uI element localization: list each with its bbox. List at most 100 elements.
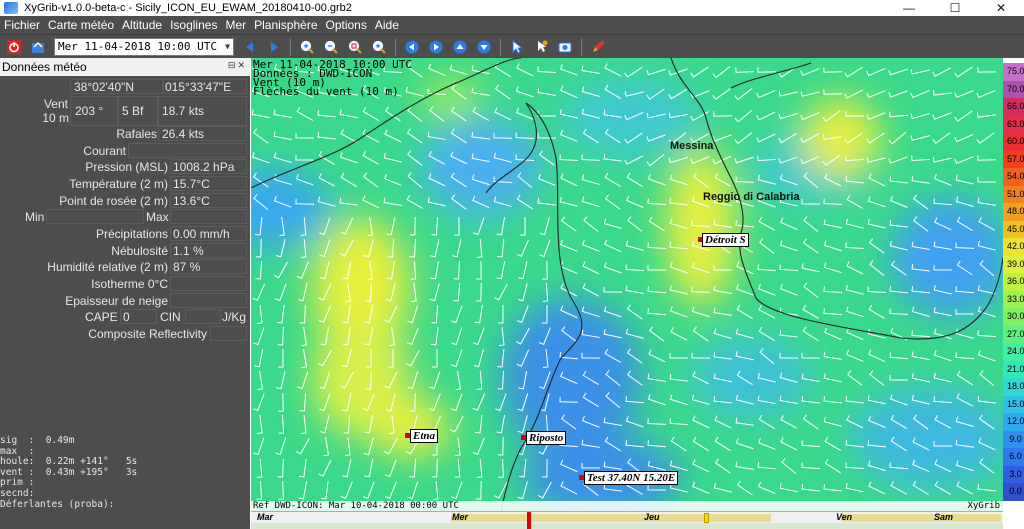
zoom-fit-button[interactable]: [368, 37, 390, 57]
prev-date-button[interactable]: [239, 37, 261, 57]
wind-direction-value: 203 °: [75, 104, 104, 118]
next-icon: [271, 41, 278, 52]
go-down-button[interactable]: [473, 37, 495, 57]
go-up-button[interactable]: [449, 37, 471, 57]
wind-height-label: 10 m: [42, 111, 69, 125]
minimize-button[interactable]: —: [886, 0, 932, 16]
rocket-button[interactable]: [587, 37, 609, 57]
scale-label: 57.0: [1007, 150, 1024, 168]
menu-carte-meteo[interactable]: Carte météo: [44, 16, 118, 34]
app-icon: [4, 2, 18, 14]
wave-data: sig : 0.49m max : houle: 0.22m +141° 5s ven…: [0, 435, 250, 510]
menu-mer[interactable]: Mer: [221, 16, 250, 34]
zoom-area-button[interactable]: [344, 37, 366, 57]
go-right-button[interactable]: [425, 37, 447, 57]
panel-header: Données météo ⊟✕: [0, 58, 250, 76]
reference-run: Ref DWD-ICON: Mar 10-04-2018 00:00 UTC: [253, 501, 459, 511]
menu-options[interactable]: Options: [322, 16, 371, 34]
rocket-icon: [593, 40, 604, 52]
screenshot-button[interactable]: [554, 37, 576, 57]
animation-button[interactable]: [530, 37, 552, 57]
precipitation-label: Précipitations: [95, 227, 168, 241]
timeline-range: [451, 514, 771, 522]
current-label: Courant: [83, 144, 126, 158]
window-title: XyGrib-v1.0.0-beta-c - Sicily_ICON_EU_EW…: [24, 2, 352, 14]
wave-line: vent : 0.43m +195° 3s: [0, 466, 138, 478]
gust-label: Rafales: [116, 127, 157, 141]
open-file-button[interactable]: [27, 37, 49, 57]
next-date-button[interactable]: [263, 37, 285, 57]
title-bar: XyGrib-v1.0.0-beta-c - Sicily_ICON_EU_EW…: [0, 0, 1024, 16]
scale-label: 24.0: [1007, 343, 1024, 361]
menu-isoglines[interactable]: Isoglines: [166, 16, 221, 34]
wave-line: secnd:: [0, 487, 35, 499]
power-icon: [7, 39, 21, 54]
scale-label: 75.0: [1007, 63, 1024, 81]
cloud-value: 1.1 %: [173, 244, 204, 258]
scale-label: 63.0: [1007, 115, 1024, 133]
cloud-label: Nébulosité: [111, 244, 168, 258]
latitude-value: 38°02'40"N: [74, 80, 135, 94]
poi-detroit[interactable]: Détroit S: [702, 233, 749, 247]
date-selector[interactable]: Mer 11-04-2018 10:00 UTC ▼: [54, 37, 234, 56]
zoom-out-button[interactable]: [320, 37, 342, 57]
menu-altitude[interactable]: Altitude: [118, 16, 166, 34]
menu-fichier[interactable]: Fichier: [0, 16, 44, 34]
prev-icon: [246, 41, 253, 52]
map-brand: XyGrib: [967, 501, 1000, 511]
scale-label: 21.0: [1007, 360, 1024, 378]
cell-box: [170, 293, 247, 308]
cin-unit: J/Kg: [222, 310, 247, 324]
color-scale: 75.0 70.0 66.0 63.0 60.0 57.0 54.0 51.0 48.0 45.0…: [1003, 58, 1024, 529]
toolbar-separator: [500, 37, 501, 56]
pressure-label: Pression (MSL): [85, 160, 168, 174]
menu-planisphere[interactable]: Planisphère: [250, 16, 321, 34]
wind-beaufort-value: 5 Bf: [122, 104, 144, 118]
scale-label: 70.0: [1007, 80, 1024, 98]
temperature-label: Température (2 m): [69, 177, 168, 191]
wind-field-layer[interactable]: [251, 58, 1003, 511]
scale-label: 30.0: [1007, 308, 1024, 326]
wind-speed-value: 18.7 kts: [162, 104, 205, 118]
day-label: Mer: [452, 512, 469, 522]
poi-test[interactable]: Test 37.40N 15.20E: [584, 471, 679, 485]
zoom-in-button[interactable]: [296, 37, 318, 57]
cin-label: CIN: [160, 310, 181, 324]
day-label: Mar: [257, 512, 274, 522]
close-button[interactable]: ✕: [978, 0, 1024, 16]
poi-riposto[interactable]: Riposto: [526, 431, 567, 445]
poi-etna[interactable]: Etna: [410, 429, 439, 443]
go-left-button[interactable]: [401, 37, 423, 57]
timeline-cursor[interactable]: [527, 512, 531, 529]
scale-label: 39.0: [1007, 255, 1024, 273]
timeline-marker: [704, 513, 709, 523]
go-right-icon: [429, 40, 443, 53]
panel-controls[interactable]: ⊟✕: [228, 60, 247, 71]
menu-aide[interactable]: Aide: [371, 16, 403, 34]
isotherm-label: Isotherme 0°C: [91, 277, 168, 291]
timeline[interactable]: Mar Mer Jeu Ven Sam: [251, 511, 1003, 529]
scale-label: 42.0: [1007, 238, 1024, 256]
cell-box: [170, 209, 247, 224]
cell-box: [170, 276, 247, 291]
wave-line: Déferlantes (proba):: [0, 498, 115, 510]
scale-label: 27.0: [1007, 325, 1024, 343]
reflectivity-label: Composite Reflectivity: [88, 327, 207, 341]
select-button[interactable]: [506, 37, 528, 57]
scale-label: 15.0: [1007, 395, 1024, 413]
zoom-fit-icon: [372, 40, 386, 54]
cape-value: 0: [123, 310, 130, 324]
anim-icon: [538, 40, 548, 52]
timeline-track[interactable]: [251, 523, 1003, 529]
day-label: Ven: [836, 512, 853, 522]
maximize-button[interactable]: ☐: [932, 0, 978, 16]
cape-label: CAPE: [85, 310, 118, 324]
power-button[interactable]: [3, 37, 25, 57]
cell-box: [210, 326, 247, 341]
go-up-icon: [453, 40, 467, 53]
precipitation-value: 0.00 mm/h: [173, 227, 230, 241]
zoom-out-icon: [324, 40, 338, 54]
temperature-value: 15.7°C: [173, 177, 210, 191]
weather-map[interactable]: Mer 11-04-2018 10:00 UTC Données : DWD-IC…: [251, 58, 1003, 511]
scale-label: 6.0: [1007, 448, 1024, 466]
